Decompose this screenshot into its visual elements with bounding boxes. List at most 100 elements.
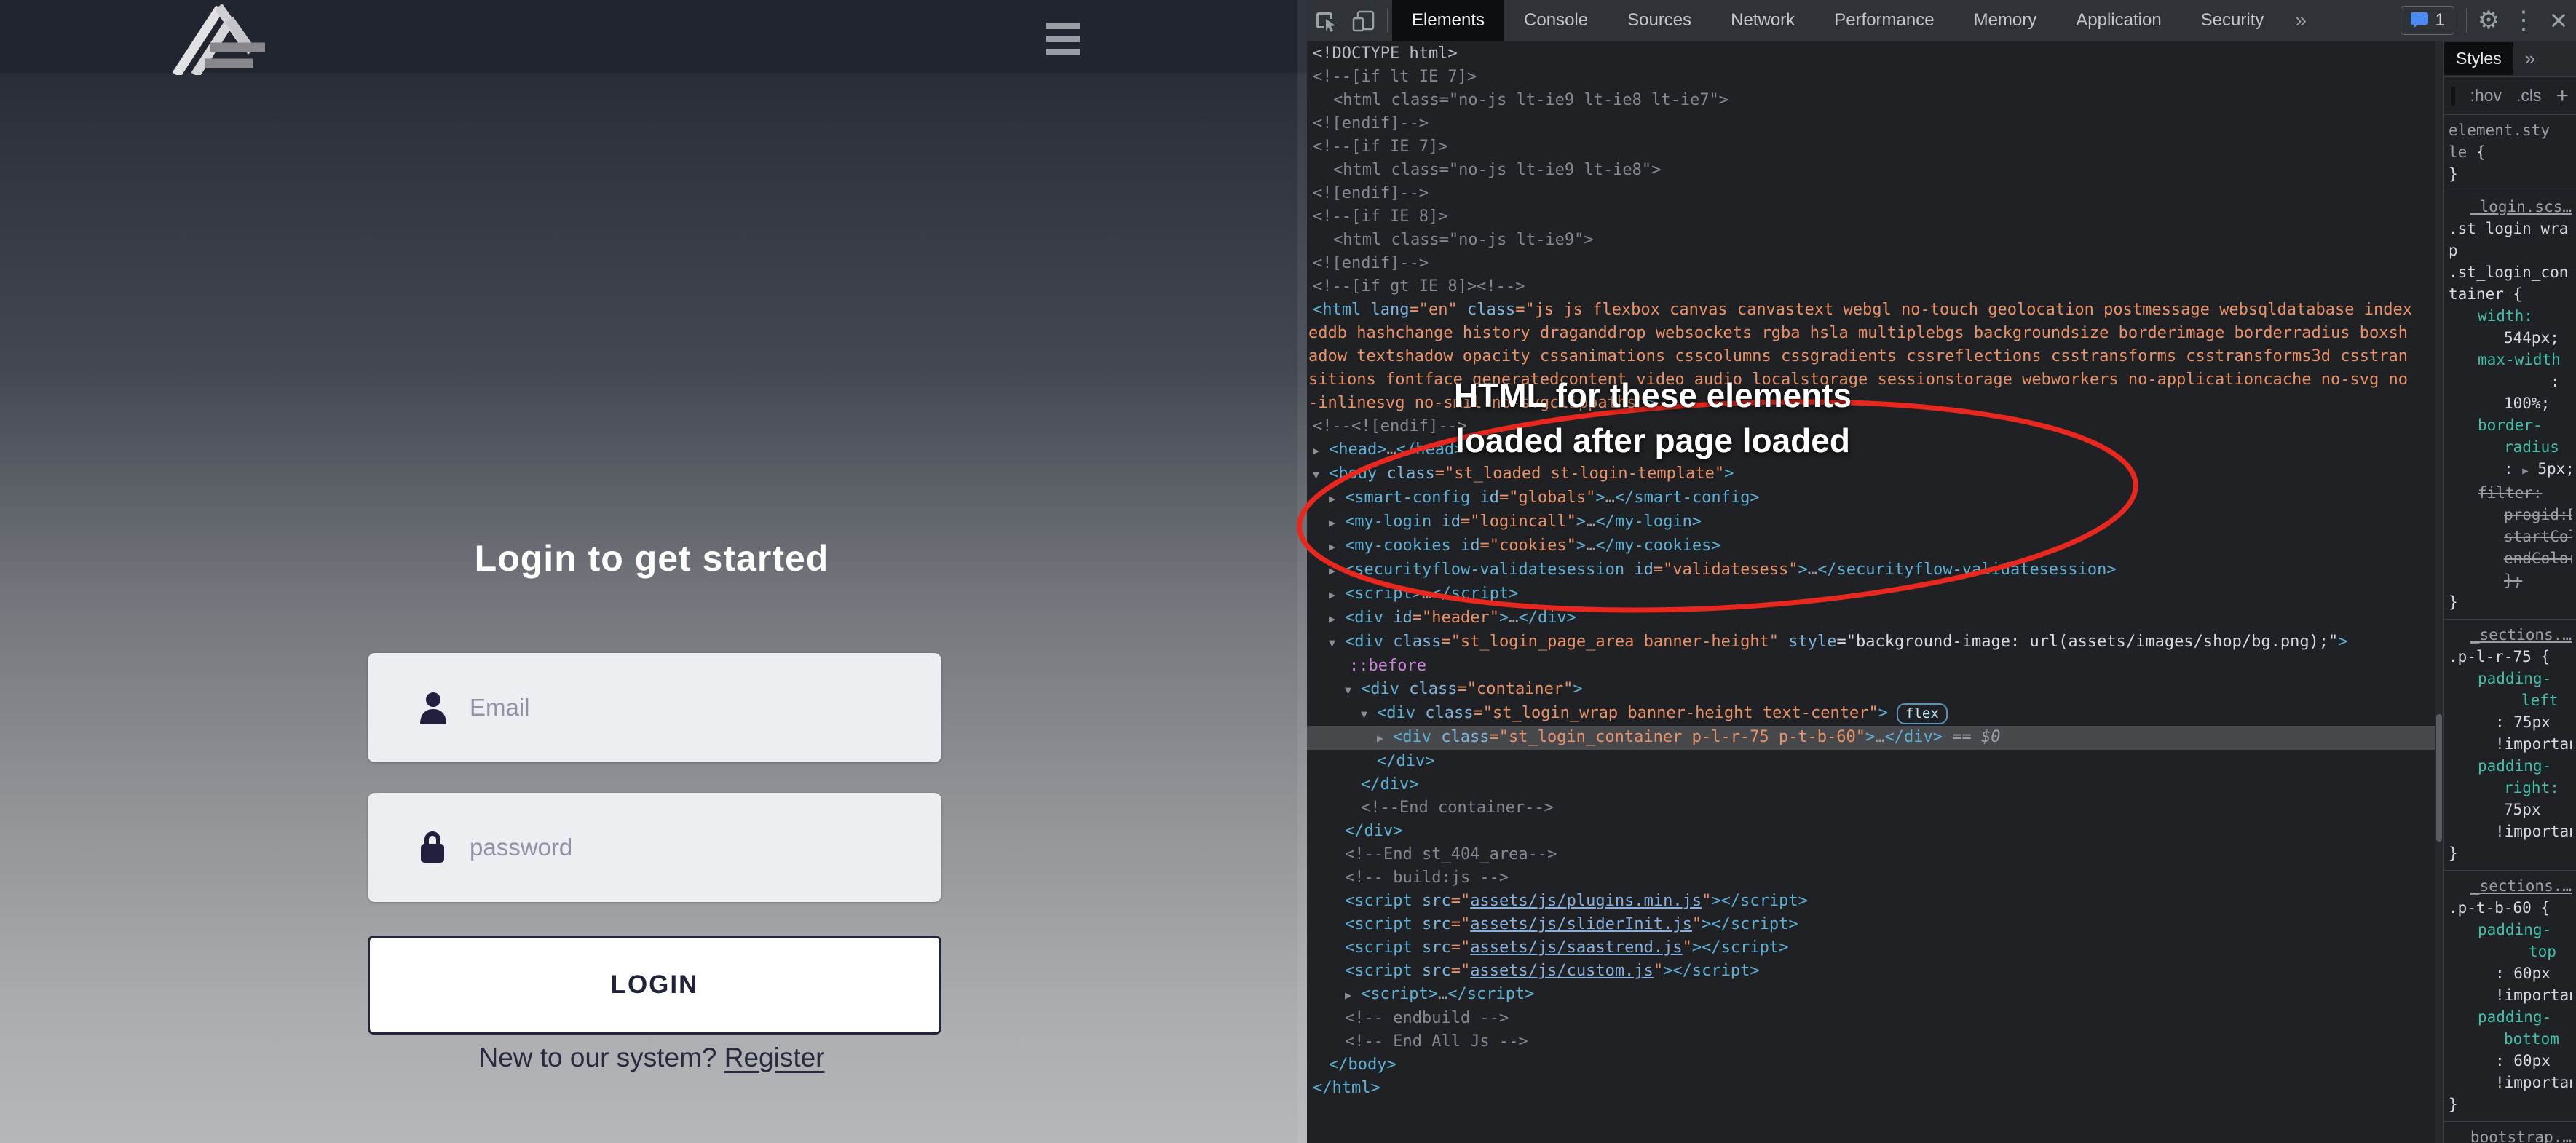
code-line[interactable]: <script src="assets/js/sliderInit.js"></… xyxy=(1307,913,2435,936)
more-tabs-chevron[interactable]: » xyxy=(2283,9,2318,32)
code-line[interactable]: ▶<script>…</script> xyxy=(1307,983,2435,1007)
code-line[interactable]: <!-- endbuild --> xyxy=(1307,1007,2435,1030)
stylesheet-link[interactable]: _sections.… xyxy=(2449,624,2572,646)
style-line[interactable]: max-width xyxy=(2449,349,2572,371)
code-line[interactable]: <script src="assets/js/plugins.min.js"><… xyxy=(1307,890,2435,913)
style-line[interactable]: .p-l-r-75 { xyxy=(2449,646,2572,668)
code-line[interactable]: <!DOCTYPE html> xyxy=(1307,42,2435,66)
style-line[interactable]: startColorstr xyxy=(2449,526,2572,547)
tab-console[interactable]: Console xyxy=(1504,0,1608,41)
style-line[interactable]: padding- xyxy=(2449,755,2572,777)
toggle-classes[interactable]: .cls xyxy=(2516,86,2542,106)
tab-performance[interactable]: Performance xyxy=(1814,0,1953,41)
style-line[interactable]: padding- xyxy=(2449,668,2572,689)
style-line[interactable]: !important; xyxy=(2449,820,2572,842)
code-line[interactable]: </body> xyxy=(1307,1053,2435,1077)
code-line[interactable]: <html lang="en" class="js js flexbox can… xyxy=(1307,298,2435,322)
style-line[interactable]: right: xyxy=(2449,777,2572,799)
style-line[interactable]: endColorstr xyxy=(2449,547,2572,569)
stylesheet-link[interactable]: _sections.… xyxy=(2449,875,2572,897)
email-input[interactable] xyxy=(470,653,906,762)
code-line[interactable]: adow textshadow opacity cssanimations cs… xyxy=(1307,345,2435,368)
new-style-rule-button[interactable]: + xyxy=(2556,84,2569,108)
code-line[interactable]: ▶<div class="st_login_container p-l-r-75… xyxy=(1307,726,2435,750)
style-line[interactable]: left xyxy=(2449,689,2572,711)
code-line[interactable]: ▼<div class="st_login_wrap banner-height… xyxy=(1307,702,2435,726)
tab-memory[interactable]: Memory xyxy=(1954,0,2057,41)
style-line[interactable]: filter: xyxy=(2449,482,2572,504)
style-line[interactable]: top xyxy=(2449,941,2572,962)
style-line[interactable]: bottom xyxy=(2449,1028,2572,1050)
elements-scrollbar[interactable] xyxy=(2435,41,2443,1143)
tab-sources[interactable]: Sources xyxy=(1608,0,1711,41)
code-line[interactable]: ::before xyxy=(1307,654,2435,678)
stylesheet-link[interactable]: bootstrap.… xyxy=(2449,1126,2572,1143)
code-line[interactable]: </html> xyxy=(1307,1077,2435,1100)
style-line[interactable]: 75px xyxy=(2449,799,2572,820)
style-line[interactable]: padding- xyxy=(2449,1006,2572,1028)
close-devtools-icon[interactable]: × xyxy=(2541,5,2576,36)
login-button[interactable]: LOGIN xyxy=(368,936,941,1035)
tab-application[interactable]: Application xyxy=(2056,0,2181,41)
code-line[interactable]: <html class="no-js lt-ie9 lt-ie8 lt-ie7"… xyxy=(1307,89,2435,112)
code-line[interactable]: <!--[if lt IE 7]> xyxy=(1307,66,2435,89)
code-line[interactable]: <html class="no-js lt-ie9"> xyxy=(1307,229,2435,252)
style-line[interactable]: : ▶ 5px; xyxy=(2449,458,2572,482)
device-toolbar-icon[interactable] xyxy=(1345,0,1383,41)
code-line[interactable]: <!-- build:js --> xyxy=(1307,866,2435,890)
style-line[interactable]: element.sty xyxy=(2449,119,2572,141)
style-line[interactable]: width: xyxy=(2449,305,2572,327)
style-line[interactable]: } xyxy=(2449,1093,2572,1115)
code-line[interactable]: <!--[if IE 8]> xyxy=(1307,205,2435,229)
style-line[interactable]: : 60px xyxy=(2449,1050,2572,1072)
style-line[interactable]: .st_login_wra xyxy=(2449,218,2572,240)
tab-elements[interactable]: Elements xyxy=(1392,0,1504,41)
style-line[interactable]: .st_login_con xyxy=(2449,261,2572,283)
code-line[interactable]: <![endif]--> xyxy=(1307,252,2435,275)
style-line[interactable]: radius xyxy=(2449,436,2572,458)
style-line[interactable]: } xyxy=(2449,591,2572,613)
code-line[interactable]: <!--End st_404_area--> xyxy=(1307,843,2435,866)
style-line[interactable]: !important; xyxy=(2449,1072,2572,1093)
style-line[interactable]: 544px; xyxy=(2449,327,2572,349)
style-line[interactable]: padding- xyxy=(2449,919,2572,941)
settings-gear-icon[interactable]: ⚙ xyxy=(2471,6,2506,35)
code-line[interactable]: <script src="assets/js/saastrend.js"></s… xyxy=(1307,936,2435,960)
stylesheet-link[interactable]: _login.scs… xyxy=(2449,196,2572,218)
code-line[interactable]: <!--[if gt IE 8]><!--> xyxy=(1307,275,2435,298)
style-line[interactable]: border- xyxy=(2449,414,2572,436)
style-line[interactable]: : 75px xyxy=(2449,711,2572,733)
code-line[interactable]: eddb hashchange history draganddrop webs… xyxy=(1307,322,2435,345)
style-line[interactable]: tainer { xyxy=(2449,283,2572,305)
code-line[interactable]: <!-- End All Js --> xyxy=(1307,1030,2435,1053)
code-line[interactable]: <script src="assets/js/custom.js"></scri… xyxy=(1307,960,2435,983)
style-line[interactable]: !important; xyxy=(2449,984,2572,1006)
code-line[interactable]: <!--End container--> xyxy=(1307,796,2435,820)
code-line[interactable]: <![endif]--> xyxy=(1307,182,2435,205)
console-messages-button[interactable]: 1 xyxy=(2401,6,2454,35)
style-line[interactable]: : 60px xyxy=(2449,962,2572,984)
inspect-element-icon[interactable] xyxy=(1307,0,1345,41)
code-line[interactable]: <![endif]--> xyxy=(1307,112,2435,135)
style-line[interactable]: .p-t-b-60 { xyxy=(2449,897,2572,919)
style-line[interactable]: le { xyxy=(2449,141,2572,163)
code-line[interactable]: </div> xyxy=(1307,773,2435,796)
style-line[interactable]: } xyxy=(2449,163,2572,185)
tab-styles[interactable]: Styles xyxy=(2444,42,2513,75)
styles-overflow-chevron[interactable]: » xyxy=(2525,47,2535,70)
code-line[interactable]: <html class="no-js lt-ie9 lt-ie8"> xyxy=(1307,159,2435,182)
tab-network[interactable]: Network xyxy=(1711,0,1814,41)
style-line[interactable]: progid:DXImage xyxy=(2449,504,2572,526)
style-line[interactable]: } xyxy=(2449,842,2572,864)
style-line[interactable]: }; xyxy=(2449,569,2572,591)
code-line[interactable]: ▼<div class="st_login_page_area banner-h… xyxy=(1307,630,2435,654)
code-line[interactable]: ▼<div class="container"> xyxy=(1307,678,2435,702)
tab-security[interactable]: Security xyxy=(2181,0,2284,41)
menu-hamburger-icon[interactable] xyxy=(1046,23,1080,62)
password-input[interactable] xyxy=(470,793,906,902)
style-line[interactable]: 100%; xyxy=(2449,392,2572,414)
style-line[interactable]: : xyxy=(2449,371,2572,392)
code-line[interactable]: <!--[if IE 7]> xyxy=(1307,135,2435,159)
style-line[interactable]: p xyxy=(2449,240,2572,261)
register-link[interactable]: Register xyxy=(724,1043,825,1072)
